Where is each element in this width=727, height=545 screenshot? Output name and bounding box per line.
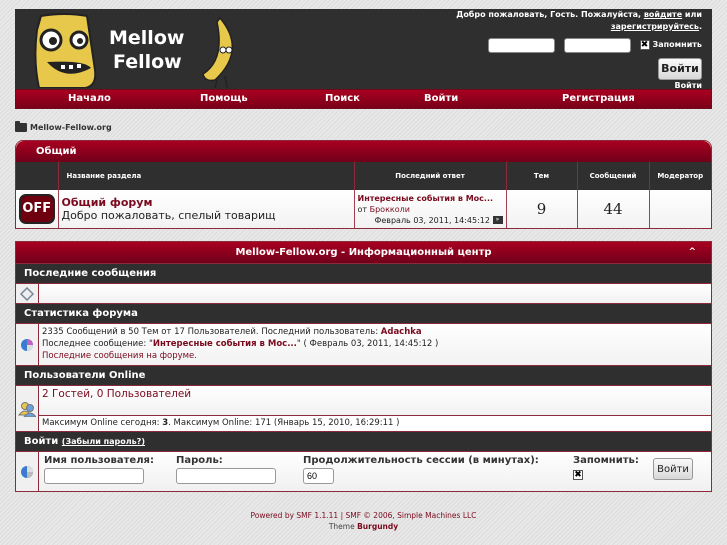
online-max: Максимум Online сегодня: 3. Максимум Onl… — [39, 415, 711, 431]
user-box: Добро пожаловать, Гость. Пожалуйста, вой… — [402, 9, 702, 92]
remember-checkbox[interactable]: ✖ — [573, 470, 583, 480]
col-board-name: Название раздела — [57, 162, 354, 190]
board-name-link[interactable]: Общий форум — [62, 196, 354, 209]
board-moderator — [648, 190, 711, 228]
boards-table: Название раздела Последний ответ Тем Соо… — [16, 162, 711, 228]
recent-posts-link[interactable]: Последние сообщения на форуме. — [42, 351, 197, 361]
last-post-date: Февраль 03, 2011, 14:45:12 — [374, 215, 490, 225]
username-label: Имя пользователя: — [44, 455, 154, 466]
forgot-password-link[interactable]: (Забыли пароль?) — [62, 437, 145, 446]
stats-pie-icon — [21, 338, 33, 351]
session-length-label: Продолжительность сессии (в минутах): — [303, 455, 539, 466]
board-topics: 9 — [505, 190, 577, 228]
remember-label: Запомнить: — [573, 455, 639, 466]
last-post-link[interactable]: Интересные события в Мос... — [358, 194, 494, 203]
username-input[interactable] — [44, 468, 144, 484]
latest-member-link[interactable]: Adachka — [381, 327, 422, 337]
logo-text-1: Mellow — [109, 27, 184, 49]
login-form: Имя пользователя: Пароль: Продолжительно… — [39, 452, 711, 491]
nav-search[interactable]: Поиск — [325, 93, 360, 104]
category-general: Общий Название раздела Последний ответ Т… — [15, 140, 712, 229]
last-post-by: от — [357, 204, 368, 214]
recent-posts-body — [39, 284, 711, 303]
site-header: Mellow Fellow Добро пожаловать, Гость. П… — [15, 9, 712, 92]
stats-body: 2335 Сообщений в 50 Тем от 17 Пользовате… — [39, 324, 711, 365]
board-posts: 44 — [576, 190, 649, 228]
col-moderator: Модератор — [648, 162, 711, 190]
logo-text-2: Fellow — [113, 51, 182, 73]
main-nav: Начало Помощь Поиск Войти Регистрация — [15, 89, 712, 109]
header-password-input[interactable] — [563, 37, 631, 53]
header-remember-checkbox[interactable]: ✖ — [639, 40, 650, 50]
folder-icon — [15, 121, 27, 132]
stats-heading: Статистика форума — [16, 303, 711, 323]
header-remember-label: Запомнить — [652, 40, 702, 49]
login-icon — [21, 465, 33, 478]
col-topics: Тем — [505, 162, 577, 190]
online-summary-link[interactable]: 2 Гостей, 0 Пользователей — [42, 388, 191, 400]
powered-by[interactable]: Powered by SMF 1.1.11 | SMF © 2006, Simp… — [0, 510, 727, 521]
header-login-button[interactable]: Войти — [658, 58, 702, 80]
recent-posts-icon — [19, 286, 35, 301]
site-logo[interactable]: Mellow Fellow — [25, 10, 240, 88]
password-input[interactable] — [176, 468, 276, 484]
header-username-input[interactable] — [487, 37, 555, 53]
login-button[interactable]: Войти — [653, 458, 693, 480]
footer: Powered by SMF 1.1.11 | SMF © 2006, Simp… — [0, 510, 727, 532]
breadcrumb-home[interactable]: Mellow-Fellow.org — [30, 123, 112, 132]
session-length-input[interactable] — [303, 468, 334, 484]
nav-home[interactable]: Начало — [68, 93, 111, 104]
recent-posts-heading: Последние сообщения — [16, 263, 711, 283]
nav-login[interactable]: Войти — [424, 93, 458, 104]
breadcrumb: Mellow-Fellow.org — [15, 121, 112, 132]
theme-name[interactable]: Burgundy — [357, 522, 398, 531]
category-title[interactable]: Общий — [16, 141, 711, 162]
col-posts: Сообщений — [576, 162, 649, 190]
latest-post-label: Последнее сообщение: — [42, 339, 147, 349]
login-heading-text: Войти — [24, 436, 59, 447]
info-center: Mellow-Fellow.org - Информационный центр… — [15, 241, 712, 492]
stats-summary: 2335 Сообщений в 50 Тем от 17 Пользовате… — [42, 327, 379, 337]
info-center-title: Mellow-Fellow.org - Информационный центр… — [16, 242, 711, 263]
header-remember: ✖ Запомнить — [639, 39, 702, 51]
latest-post-link[interactable]: Интересные события в Мос... — [153, 339, 297, 349]
info-center-title-text: Mellow-Fellow.org - Информационный центр — [235, 247, 492, 258]
board-description: Добро пожаловать, спелый товарищ — [61, 209, 276, 222]
users-online-icon — [18, 401, 36, 417]
welcome-text: Добро пожаловать, Гость. Пожалуйста, — [456, 10, 642, 19]
welcome-or: или — [684, 10, 702, 19]
nav-help[interactable]: Помощь — [200, 93, 248, 104]
login-link[interactable]: войдите — [644, 10, 682, 19]
go-to-last-post-icon[interactable]: » — [492, 216, 503, 224]
collapse-icon[interactable]: ^ — [688, 242, 696, 263]
board-status-off-icon: OFF — [18, 194, 55, 224]
theme-credit: Theme Burgundy — [328, 522, 399, 531]
latest-post-date: ( Февраль 03, 2011, 14:45:12 ) — [303, 339, 439, 349]
register-link[interactable]: зарегистрируйтесь — [611, 22, 699, 31]
online-heading: Пользователи Online — [16, 365, 711, 385]
login-heading: Войти (Забыли пароль?) — [16, 431, 711, 451]
board-row: OFF Общий форум Добро пожаловать, спелый… — [16, 190, 711, 228]
password-label: Пароль: — [176, 455, 223, 466]
nav-register[interactable]: Регистрация — [562, 93, 635, 104]
col-icon — [16, 162, 58, 190]
recent-posts-icon-cell — [16, 284, 39, 303]
last-post-author[interactable]: Брокколи — [370, 205, 410, 214]
col-last-post: Последний ответ — [353, 162, 506, 190]
